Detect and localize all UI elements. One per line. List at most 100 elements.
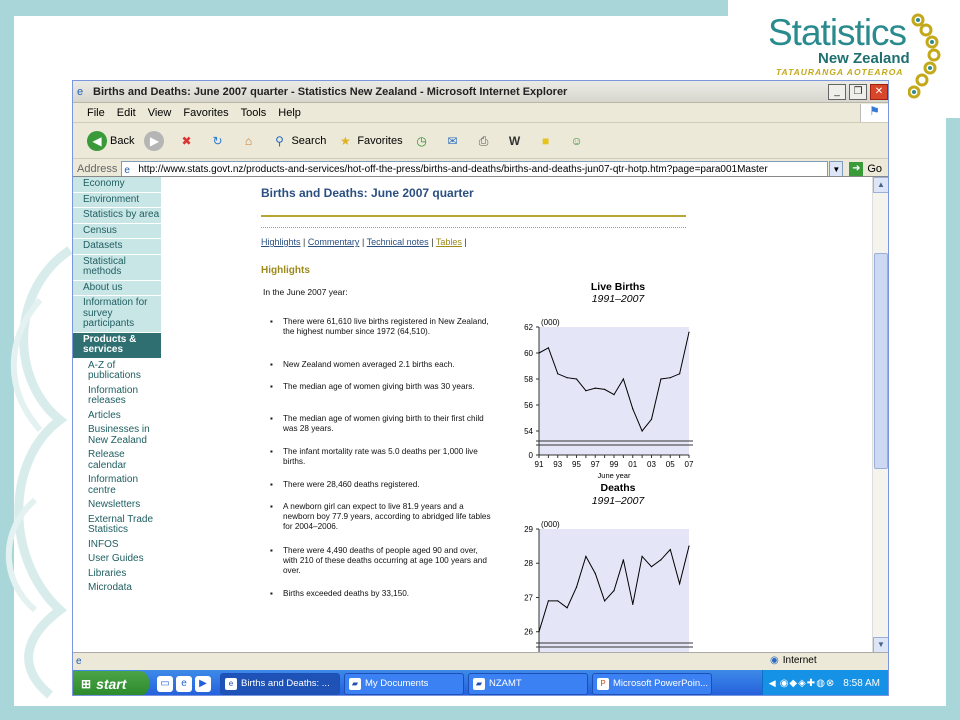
- births-data-point: [538, 352, 540, 354]
- menu-favorites[interactable]: Favorites: [183, 107, 228, 119]
- nav-subitem-information-centre[interactable]: Information centre: [73, 473, 163, 498]
- menu-tools[interactable]: Tools: [241, 107, 267, 119]
- link-tables[interactable]: Tables: [436, 237, 462, 247]
- menu-view[interactable]: View: [148, 107, 172, 119]
- ie-quicklaunch-icon[interactable]: e: [176, 675, 192, 692]
- nav-subitem-microdata[interactable]: Microdata: [73, 581, 163, 596]
- page-title: Births and Deaths: June 2007 quarter: [261, 186, 474, 200]
- births-x-tick-label: 93: [553, 460, 562, 469]
- page-status-icon: e: [76, 656, 82, 667]
- task-births-deaths[interactable]: e Births and Deaths: ...: [220, 672, 340, 695]
- nav-item-environment[interactable]: Environment: [73, 192, 161, 207]
- nav-subitem-release-calendar[interactable]: Release calendar: [73, 448, 163, 473]
- maximize-button[interactable]: ❐: [849, 83, 867, 100]
- births-chart-subtitle: 1991–2007: [591, 293, 645, 305]
- browser-window: e Births and Deaths: June 2007 quarter -…: [72, 80, 889, 696]
- edit-button[interactable]: W: [506, 132, 527, 150]
- nav-item-statistical-methods[interactable]: Statistical methods: [73, 254, 161, 280]
- nav-subitem-libraries[interactable]: Libraries: [73, 566, 163, 581]
- window-titlebar[interactable]: e Births and Deaths: June 2007 quarter -…: [73, 81, 888, 103]
- tray-expand-icon[interactable]: ◀: [769, 678, 776, 689]
- tray-icons[interactable]: ◉◆◈✚◍⊗: [780, 678, 836, 689]
- nav-subitem-businesses[interactable]: Businesses in New Zealand: [73, 423, 163, 448]
- history-button[interactable]: ◷: [413, 132, 434, 150]
- nav-item-census[interactable]: Census: [73, 223, 161, 238]
- messenger-button[interactable]: ☺: [568, 132, 589, 150]
- word-icon: W: [508, 133, 521, 148]
- address-label: Address: [77, 163, 118, 175]
- highlight-item: The median age of women giving birth to …: [270, 414, 493, 434]
- highlight-item: There were 4,490 deaths of people aged 9…: [270, 546, 493, 577]
- address-url: http://www.stats.govt.nz/products-and-se…: [138, 163, 768, 175]
- task-powerpoint[interactable]: P Microsoft PowerPoin...: [592, 672, 712, 695]
- nav-subitem-infos[interactable]: INFOS: [73, 537, 163, 552]
- address-dropdown-icon[interactable]: ▼: [829, 160, 844, 178]
- deaths-y-tick-label: 27: [524, 593, 533, 602]
- status-bar: e ◉ Internet: [73, 652, 888, 670]
- go-label: Go: [867, 163, 882, 175]
- stop-button[interactable]: ✖: [177, 132, 198, 150]
- link-technical-notes[interactable]: Technical notes: [367, 237, 429, 247]
- favorites-button[interactable]: ★ Favorites: [336, 132, 403, 150]
- scroll-down-icon[interactable]: ▼: [873, 637, 888, 653]
- highlights-heading: Highlights: [261, 265, 310, 276]
- menu-file[interactable]: File: [87, 107, 105, 119]
- nav-subitem-information-releases[interactable]: Information releases: [73, 383, 163, 409]
- home-button[interactable]: ⌂: [239, 132, 260, 150]
- nav-subitem-newsletters[interactable]: Newsletters: [73, 498, 163, 513]
- refresh-button[interactable]: ↻: [208, 132, 229, 150]
- go-button[interactable]: ➜ Go: [849, 162, 882, 176]
- address-input[interactable]: e http://www.stats.govt.nz/products-and-…: [121, 160, 829, 178]
- back-button[interactable]: ◀ Back: [87, 130, 134, 151]
- mail-button[interactable]: ✉: [444, 132, 465, 150]
- deaths-data-point: [594, 572, 596, 575]
- nav-subitem-external-trade[interactable]: External Trade Statistics: [73, 512, 163, 538]
- search-button[interactable]: ⚲ Search: [270, 132, 326, 150]
- menu-help[interactable]: Help: [278, 107, 301, 119]
- births-data-point: [594, 387, 596, 389]
- births-x-tick-label: 05: [666, 460, 675, 469]
- forward-button[interactable]: ▶: [144, 130, 167, 151]
- births-y-tick-label: 62: [524, 323, 533, 332]
- nav-subitem-articles[interactable]: Articles: [73, 408, 163, 423]
- nav-subitem-az-publications[interactable]: A-Z of publications: [73, 358, 163, 384]
- left-navigation: Economy Environment Statistics by area C…: [73, 177, 163, 653]
- births-x-tick-label: 03: [647, 460, 656, 469]
- media-player-icon[interactable]: ▶: [195, 675, 211, 692]
- nav-item-datasets[interactable]: Datasets: [73, 239, 161, 254]
- show-desktop-icon[interactable]: ▭: [157, 675, 173, 692]
- births-y-tick-label: 58: [524, 375, 533, 384]
- start-button[interactable]: ⊞ start: [73, 671, 149, 695]
- deaths-y-tick-label: 26: [524, 628, 533, 637]
- task-label: NZAMT: [489, 678, 522, 689]
- task-my-documents[interactable]: ▰ My Documents: [344, 672, 464, 695]
- menu-edit[interactable]: Edit: [117, 107, 136, 119]
- scroll-thumb[interactable]: [874, 253, 888, 469]
- highlight-item: There were 61,610 live births registered…: [270, 317, 493, 337]
- deaths-chart-title: Deaths: [600, 482, 636, 494]
- discuss-button[interactable]: ■: [537, 132, 558, 150]
- globe-icon: ◉: [770, 655, 779, 666]
- vertical-scrollbar[interactable]: ▲ ▼: [872, 177, 888, 653]
- nav-item-information-for-survey-participants[interactable]: Information for survey participants: [73, 296, 161, 332]
- zone-label: Internet: [782, 655, 817, 666]
- go-arrow-icon: ➜: [849, 162, 864, 176]
- link-highlights[interactable]: Highlights: [261, 237, 301, 247]
- nav-item-economy[interactable]: Economy: [73, 177, 161, 192]
- link-commentary[interactable]: Commentary: [308, 237, 360, 247]
- folder-icon: ▰: [473, 677, 485, 690]
- nav-subitem-user-guides[interactable]: User Guides: [73, 552, 163, 567]
- task-nzamt[interactable]: ▰ NZAMT: [468, 672, 588, 695]
- close-button[interactable]: ✕: [870, 83, 888, 100]
- deaths-data-point: [538, 631, 540, 633]
- scroll-up-icon[interactable]: ▲: [873, 177, 888, 193]
- star-icon: ★: [339, 133, 351, 148]
- deaths-data-point: [575, 586, 578, 588]
- nav-item-about-us[interactable]: About us: [73, 280, 161, 295]
- menu-bar: File Edit View Favorites Tools Help ⚑: [73, 103, 888, 123]
- nav-item-products-services[interactable]: Products & services: [73, 332, 161, 358]
- minimize-button[interactable]: _: [828, 83, 846, 100]
- deaths-data-point: [566, 607, 568, 609]
- print-button[interactable]: ⎙: [475, 132, 496, 150]
- nav-item-statistics-by-area[interactable]: Statistics by area: [73, 208, 161, 223]
